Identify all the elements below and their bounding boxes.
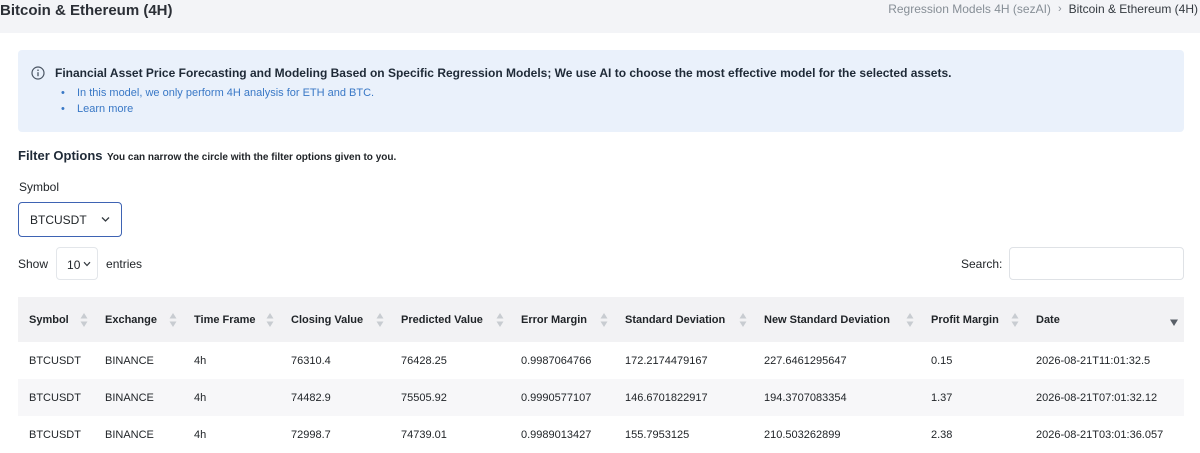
cell-time-frame: 4h: [194, 428, 207, 441]
column-header-date[interactable]: Date: [1025, 297, 1184, 342]
filter-title: Filter Options: [18, 148, 103, 163]
cell-symbol: BTCUSDT: [29, 428, 81, 441]
sort-icon: [600, 312, 608, 327]
search-input[interactable]: [1009, 247, 1184, 280]
sort-icon: [496, 312, 504, 327]
column-header-time-frame[interactable]: Time Frame: [183, 297, 280, 342]
cell-standard-deviation: 155.7953125: [625, 428, 690, 441]
table-row: BTCUSDT BINANCE 4h 72998.7 74739.01 0.99…: [18, 416, 1184, 453]
cell-profit-margin: 0.15: [931, 354, 953, 367]
sort-desc-icon: [1170, 319, 1178, 326]
cell-time-frame: 4h: [194, 391, 207, 404]
cell-error-margin: 0.9987064766: [521, 354, 592, 367]
table-header-row: Symbol Exchange Time Frame Closing Value…: [18, 297, 1184, 342]
breadcrumb-parent-link[interactable]: Regression Models 4H (sezAI): [888, 2, 1051, 16]
symbol-label: Symbol: [19, 180, 60, 194]
cell-predicted-value: 74739.01: [401, 428, 447, 441]
symbol-select-value: BTCUSDT: [30, 213, 87, 227]
sort-icon: [80, 312, 88, 327]
page-length-select[interactable]: 10: [56, 247, 99, 280]
cell-error-margin: 0.9989013427: [521, 428, 592, 441]
sort-icon: [1011, 312, 1019, 327]
learn-more-link[interactable]: Learn more: [61, 101, 374, 117]
breadcrumb: Regression Models 4H (sezAI) › Bitcoin &…: [888, 2, 1198, 16]
cell-symbol: BTCUSDT: [29, 354, 81, 367]
filter-description: You can narrow the circle with the filte…: [106, 152, 397, 163]
page-length-control: Show 10 entries: [18, 247, 142, 280]
column-header-error-margin[interactable]: Error Margin: [510, 297, 614, 342]
column-header-label: Error Margin: [521, 313, 588, 326]
column-header-closing-value[interactable]: Closing Value: [280, 297, 390, 342]
chevron-down-icon: [83, 261, 91, 267]
column-header-label: Profit Margin: [931, 313, 999, 326]
table-row: BTCUSDT BINANCE 4h 74482.9 75505.92 0.99…: [18, 379, 1184, 416]
cell-new-standard-deviation: 227.6461295647: [764, 354, 847, 367]
column-header-label: Symbol: [29, 313, 69, 326]
cell-exchange: BINANCE: [105, 391, 154, 404]
table-row: BTCUSDT BINANCE 4h 76310.4 76428.25 0.99…: [18, 342, 1184, 379]
sort-icon: [169, 312, 177, 327]
chevron-down-icon: [101, 217, 110, 222]
cell-date: 2026-08-21T03:01:36.057: [1036, 428, 1164, 441]
show-label: Show: [18, 256, 49, 271]
column-header-predicted-value[interactable]: Predicted Value: [390, 297, 510, 342]
breadcrumb-chevron-icon: ›: [1057, 3, 1062, 15]
cell-symbol: BTCUSDT: [29, 391, 81, 404]
column-header-label: Closing Value: [291, 313, 364, 326]
cell-date: 2026-08-21T11:01:32.5: [1036, 354, 1151, 367]
cell-predicted-value: 76428.25: [401, 354, 447, 367]
column-header-label: Time Frame: [194, 313, 256, 326]
column-header-label: Standard Deviation: [625, 313, 726, 326]
page-length-value: 10: [67, 258, 81, 272]
alert-item-note: In this model, we only perform 4H analys…: [61, 85, 374, 101]
results-table: Symbol Exchange Time Frame Closing Value…: [18, 297, 1184, 453]
cell-time-frame: 4h: [194, 354, 207, 367]
cell-new-standard-deviation: 194.3707083354: [764, 391, 847, 404]
cell-profit-margin: 2.38: [931, 428, 953, 441]
column-header-label: New Standard Deviation: [764, 313, 890, 326]
column-header-label: Predicted Value: [401, 313, 483, 326]
entries-label: entries: [106, 256, 143, 271]
cell-standard-deviation: 172.2174479167: [625, 354, 708, 367]
cell-predicted-value: 75505.92: [401, 391, 447, 404]
cell-exchange: BINANCE: [105, 354, 154, 367]
cell-closing-value: 74482.9: [291, 391, 331, 404]
sort-icon: [906, 312, 914, 327]
sort-icon: [376, 312, 384, 327]
column-header-new-standard-deviation[interactable]: New Standard Deviation: [753, 297, 920, 342]
search-label: Search:: [961, 257, 1003, 271]
filter-heading: Filter Options You can narrow the circle…: [18, 147, 396, 165]
content-card: Financial Asset Price Forecasting and Mo…: [0, 33, 1200, 453]
alert-list: In this model, we only perform 4H analys…: [61, 85, 374, 117]
cell-exchange: BINANCE: [105, 428, 154, 441]
top-bar: Bitcoin & Ethereum (4H) Regression Model…: [0, 0, 1200, 28]
info-alert: Financial Asset Price Forecasting and Mo…: [18, 50, 1184, 132]
column-header-symbol[interactable]: Symbol: [18, 297, 94, 342]
cell-error-margin: 0.9990577107: [521, 391, 592, 404]
sort-icon: [266, 312, 274, 327]
column-header-exchange[interactable]: Exchange: [94, 297, 183, 342]
symbol-select[interactable]: BTCUSDT: [18, 202, 122, 237]
column-header-label: Date: [1036, 313, 1060, 326]
column-header-profit-margin[interactable]: Profit Margin: [920, 297, 1025, 342]
breadcrumb-current: Bitcoin & Ethereum (4H): [1068, 2, 1198, 16]
column-header-standard-deviation[interactable]: Standard Deviation: [614, 297, 753, 342]
sort-icon: [739, 312, 747, 327]
cell-closing-value: 72998.7: [291, 428, 331, 441]
column-header-label: Exchange: [105, 313, 157, 326]
alert-title: Financial Asset Price Forecasting and Mo…: [55, 66, 952, 80]
cell-new-standard-deviation: 210.503262899: [764, 428, 841, 441]
info-circle-icon: [31, 66, 45, 80]
page-title: Bitcoin & Ethereum (4H): [0, 2, 173, 19]
cell-standard-deviation: 146.6701822917: [625, 391, 708, 404]
cell-date: 2026-08-21T07:01:32.12: [1036, 391, 1158, 404]
cell-profit-margin: 1.37: [931, 391, 953, 404]
cell-closing-value: 76310.4: [291, 354, 331, 367]
